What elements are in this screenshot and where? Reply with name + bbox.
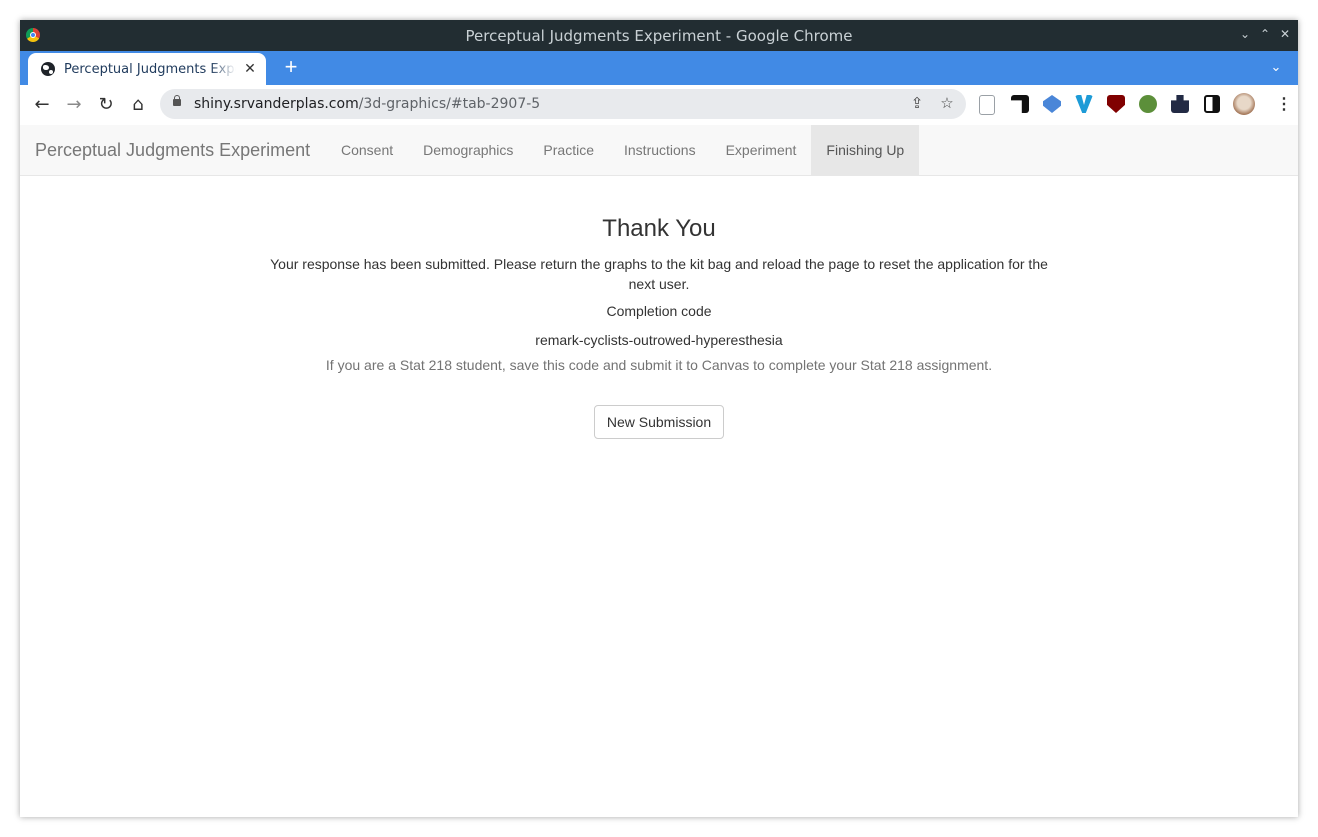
tab-consent[interactable]: Consent [326,125,408,175]
page-title: Thank You [602,215,716,242]
main-content: Thank You Your response has been submitt… [20,176,1298,439]
forward-button[interactable]: → [62,93,86,117]
navbar-brand[interactable]: Perceptual Judgments Experiment [35,140,310,161]
tab-title: Perceptual Judgments Experiment [64,62,236,77]
browser-tab[interactable]: Perceptual Judgments Experiment ✕ [28,53,266,85]
window-title: Perceptual Judgments Experiment - Google… [465,27,853,45]
globe-icon [41,62,55,76]
completion-code: remark-cyclists-outrowed-hyperesthesia [535,332,783,348]
url-text[interactable]: shiny.srvanderplas.com/3d-graphics/#tab-… [194,96,540,112]
tab-experiment[interactable]: Experiment [711,125,812,175]
close-window-icon[interactable]: ✕ [1278,26,1292,42]
home-button[interactable]: ⌂ [126,93,150,117]
url-path: /3d-graphics/#tab-2907-5 [358,96,541,112]
side-panel-icon[interactable] [1204,95,1220,113]
title-bar: Perceptual Judgments Experiment - Google… [20,20,1298,51]
address-bar[interactable]: shiny.srvanderplas.com/3d-graphics/#tab-… [160,89,966,119]
tab-strip: Perceptual Judgments Experiment ✕ + ⌄ [20,51,1298,85]
new-submission-button[interactable]: New Submission [593,405,725,439]
tab-close-icon[interactable]: ✕ [242,60,258,76]
url-host: shiny.srvanderplas.com [194,96,359,112]
bookmark-star-icon[interactable]: ☆ [938,95,956,113]
tab-finishing-up[interactable]: Finishing Up [811,125,920,175]
new-tab-button[interactable]: + [280,56,302,78]
page-icon[interactable] [979,95,995,115]
app-navbar: Perceptual Judgments Experiment Consent … [20,125,1298,176]
vivaldi-icon[interactable] [1075,95,1093,113]
submission-message: Your response has been submitted. Please… [270,256,1048,292]
tab-instructions[interactable]: Instructions [609,125,711,175]
notion-icon[interactable] [1011,95,1029,113]
tab-practice[interactable]: Practice [528,125,609,175]
lock-icon[interactable] [173,95,181,106]
minimize-icon[interactable]: ⌄ [1238,26,1252,42]
graduation-cap-icon[interactable] [1043,95,1061,113]
completion-code-label: Completion code [606,303,712,319]
browser-toolbar: ← → ↻ ⌂ shiny.srvanderplas.com/3d-graphi… [20,85,1298,126]
window-controls: ⌄ ⌃ ✕ [1238,26,1292,42]
chrome-menu-icon[interactable]: ⋮ [1276,95,1292,115]
browser-window: Perceptual Judgments Experiment - Google… [20,20,1298,817]
nav-tabs: Consent Demographics Practice Instructio… [326,125,920,175]
help-text: If you are a Stat 218 student, save this… [325,357,993,373]
share-icon[interactable]: ⇪ [908,95,926,113]
privacy-badger-icon[interactable] [1139,95,1157,113]
back-button[interactable]: ← [30,93,54,117]
ublock-icon[interactable] [1107,95,1125,113]
maximize-icon[interactable]: ⌃ [1258,26,1272,42]
reload-button[interactable]: ↻ [94,93,118,117]
tab-search-icon[interactable]: ⌄ [1268,59,1284,75]
puzzle-icon[interactable] [1171,95,1189,113]
tab-demographics[interactable]: Demographics [408,125,528,175]
avatar-icon[interactable] [1233,93,1255,115]
